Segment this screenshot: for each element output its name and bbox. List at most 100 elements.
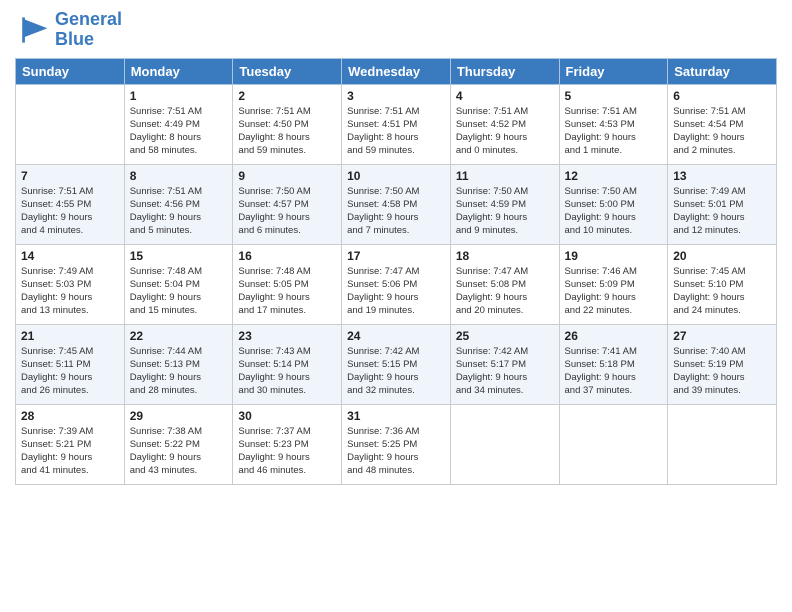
day-number: 31 [347, 409, 445, 423]
day-number: 1 [130, 89, 228, 103]
day-number: 26 [565, 329, 663, 343]
day-number: 25 [456, 329, 554, 343]
day-info: Sunrise: 7:49 AM Sunset: 5:01 PM Dayligh… [673, 185, 771, 238]
day-number: 7 [21, 169, 119, 183]
day-cell [450, 404, 559, 484]
day-cell: 15Sunrise: 7:48 AM Sunset: 5:04 PM Dayli… [124, 244, 233, 324]
day-cell: 5 Sunrise: 7:51 AM Sunset: 4:53 PM Daylig… [559, 84, 668, 164]
day-info: Sunrise: 7:48 AM Sunset: 5:05 PM Dayligh… [238, 265, 336, 318]
week-row-3: 14Sunrise: 7:49 AM Sunset: 5:03 PM Dayli… [16, 244, 777, 324]
page: General Blue SundayMondayTuesdayWednesda… [0, 0, 792, 612]
day-cell: 1 Sunrise: 7:51 AM Sunset: 4:49 PM Daylig… [124, 84, 233, 164]
day-number: 13 [673, 169, 771, 183]
day-number: 4 [456, 89, 554, 103]
day-cell: 8Sunrise: 7:51 AM Sunset: 4:56 PM Daylig… [124, 164, 233, 244]
week-row-2: 7 Sunrise: 7:51 AM Sunset: 4:55 PM Daylig… [16, 164, 777, 244]
day-info: Sunrise: 7:47 AM Sunset: 5:08 PM Dayligh… [456, 265, 554, 318]
day-cell: 11 Sunrise: 7:50 AM Sunset: 4:59 PM Dayli… [450, 164, 559, 244]
day-cell: 3Sunrise: 7:51 AM Sunset: 4:51 PM Daylig… [342, 84, 451, 164]
day-number: 24 [347, 329, 445, 343]
generalblue-logo-icon [15, 12, 51, 48]
logo: General Blue [15, 10, 122, 50]
day-cell: 27 Sunrise: 7:40 AM Sunset: 5:19 PM Dayli… [668, 324, 777, 404]
week-row-5: 28Sunrise: 7:39 AM Sunset: 5:21 PM Dayli… [16, 404, 777, 484]
day-cell: 9 Sunrise: 7:50 AM Sunset: 4:57 PM Daylig… [233, 164, 342, 244]
day-info: Sunrise: 7:50 AM Sunset: 4:59 PM Dayligh… [456, 185, 554, 238]
day-cell: 18 Sunrise: 7:47 AM Sunset: 5:08 PM Dayli… [450, 244, 559, 324]
day-cell: 25 Sunrise: 7:42 AM Sunset: 5:17 PM Dayli… [450, 324, 559, 404]
day-cell: 31 Sunrise: 7:36 AM Sunset: 5:25 PM Dayli… [342, 404, 451, 484]
day-number: 9 [238, 169, 336, 183]
day-number: 10 [347, 169, 445, 183]
day-number: 17 [347, 249, 445, 263]
col-header-saturday: Saturday [668, 58, 777, 84]
col-header-tuesday: Tuesday [233, 58, 342, 84]
day-number: 29 [130, 409, 228, 423]
calendar-header-row: SundayMondayTuesdayWednesdayThursdayFrid… [16, 58, 777, 84]
day-number: 23 [238, 329, 336, 343]
col-header-monday: Monday [124, 58, 233, 84]
day-cell: 17 Sunrise: 7:47 AM Sunset: 5:06 PM Dayli… [342, 244, 451, 324]
day-info: Sunrise: 7:40 AM Sunset: 5:19 PM Dayligh… [673, 345, 771, 398]
day-info: Sunrise: 7:51 AM Sunset: 4:53 PM Dayligh… [565, 105, 663, 158]
day-number: 11 [456, 169, 554, 183]
logo-text: General Blue [55, 10, 122, 50]
day-cell: 19 Sunrise: 7:46 AM Sunset: 5:09 PM Dayli… [559, 244, 668, 324]
day-number: 3 [347, 89, 445, 103]
day-info: Sunrise: 7:51 AM Sunset: 4:50 PM Dayligh… [238, 105, 336, 158]
day-cell: 7 Sunrise: 7:51 AM Sunset: 4:55 PM Daylig… [16, 164, 125, 244]
day-number: 20 [673, 249, 771, 263]
day-number: 8 [130, 169, 228, 183]
week-row-1: 1 Sunrise: 7:51 AM Sunset: 4:49 PM Daylig… [16, 84, 777, 164]
day-cell [668, 404, 777, 484]
day-number: 5 [565, 89, 663, 103]
day-cell: 22 Sunrise: 7:44 AM Sunset: 5:13 PM Dayli… [124, 324, 233, 404]
day-cell: 30Sunrise: 7:37 AM Sunset: 5:23 PM Dayli… [233, 404, 342, 484]
col-header-wednesday: Wednesday [342, 58, 451, 84]
day-info: Sunrise: 7:41 AM Sunset: 5:18 PM Dayligh… [565, 345, 663, 398]
day-info: Sunrise: 7:51 AM Sunset: 4:49 PM Dayligh… [130, 105, 228, 158]
day-number: 28 [21, 409, 119, 423]
day-info: Sunrise: 7:38 AM Sunset: 5:22 PM Dayligh… [130, 425, 228, 478]
day-number: 21 [21, 329, 119, 343]
day-cell: 4Sunrise: 7:51 AM Sunset: 4:52 PM Daylig… [450, 84, 559, 164]
day-number: 2 [238, 89, 336, 103]
day-info: Sunrise: 7:45 AM Sunset: 5:11 PM Dayligh… [21, 345, 119, 398]
day-number: 12 [565, 169, 663, 183]
day-number: 16 [238, 249, 336, 263]
day-cell [16, 84, 125, 164]
day-number: 19 [565, 249, 663, 263]
day-cell [559, 404, 668, 484]
day-number: 27 [673, 329, 771, 343]
week-row-4: 21 Sunrise: 7:45 AM Sunset: 5:11 PM Dayli… [16, 324, 777, 404]
day-info: Sunrise: 7:50 AM Sunset: 4:57 PM Dayligh… [238, 185, 336, 238]
day-info: Sunrise: 7:37 AM Sunset: 5:23 PM Dayligh… [238, 425, 336, 478]
col-header-sunday: Sunday [16, 58, 125, 84]
day-number: 15 [130, 249, 228, 263]
day-number: 18 [456, 249, 554, 263]
day-cell: 20 Sunrise: 7:45 AM Sunset: 5:10 PM Dayli… [668, 244, 777, 324]
col-header-friday: Friday [559, 58, 668, 84]
day-cell: 2 Sunrise: 7:51 AM Sunset: 4:50 PM Daylig… [233, 84, 342, 164]
day-info: Sunrise: 7:46 AM Sunset: 5:09 PM Dayligh… [565, 265, 663, 318]
day-number: 22 [130, 329, 228, 343]
col-header-thursday: Thursday [450, 58, 559, 84]
day-info: Sunrise: 7:43 AM Sunset: 5:14 PM Dayligh… [238, 345, 336, 398]
day-cell: 16 Sunrise: 7:48 AM Sunset: 5:05 PM Dayli… [233, 244, 342, 324]
day-info: Sunrise: 7:51 AM Sunset: 4:54 PM Dayligh… [673, 105, 771, 158]
day-cell: 6 Sunrise: 7:51 AM Sunset: 4:54 PM Daylig… [668, 84, 777, 164]
day-cell: 24 Sunrise: 7:42 AM Sunset: 5:15 PM Dayli… [342, 324, 451, 404]
day-info: Sunrise: 7:44 AM Sunset: 5:13 PM Dayligh… [130, 345, 228, 398]
day-info: Sunrise: 7:42 AM Sunset: 5:17 PM Dayligh… [456, 345, 554, 398]
day-info: Sunrise: 7:42 AM Sunset: 5:15 PM Dayligh… [347, 345, 445, 398]
day-info: Sunrise: 7:50 AM Sunset: 4:58 PM Dayligh… [347, 185, 445, 238]
calendar-table: SundayMondayTuesdayWednesdayThursdayFrid… [15, 58, 777, 485]
day-info: Sunrise: 7:45 AM Sunset: 5:10 PM Dayligh… [673, 265, 771, 318]
day-info: Sunrise: 7:50 AM Sunset: 5:00 PM Dayligh… [565, 185, 663, 238]
day-info: Sunrise: 7:47 AM Sunset: 5:06 PM Dayligh… [347, 265, 445, 318]
day-cell: 23 Sunrise: 7:43 AM Sunset: 5:14 PM Dayli… [233, 324, 342, 404]
day-number: 6 [673, 89, 771, 103]
day-info: Sunrise: 7:51 AM Sunset: 4:55 PM Dayligh… [21, 185, 119, 238]
day-info: Sunrise: 7:36 AM Sunset: 5:25 PM Dayligh… [347, 425, 445, 478]
day-info: Sunrise: 7:49 AM Sunset: 5:03 PM Dayligh… [21, 265, 119, 318]
